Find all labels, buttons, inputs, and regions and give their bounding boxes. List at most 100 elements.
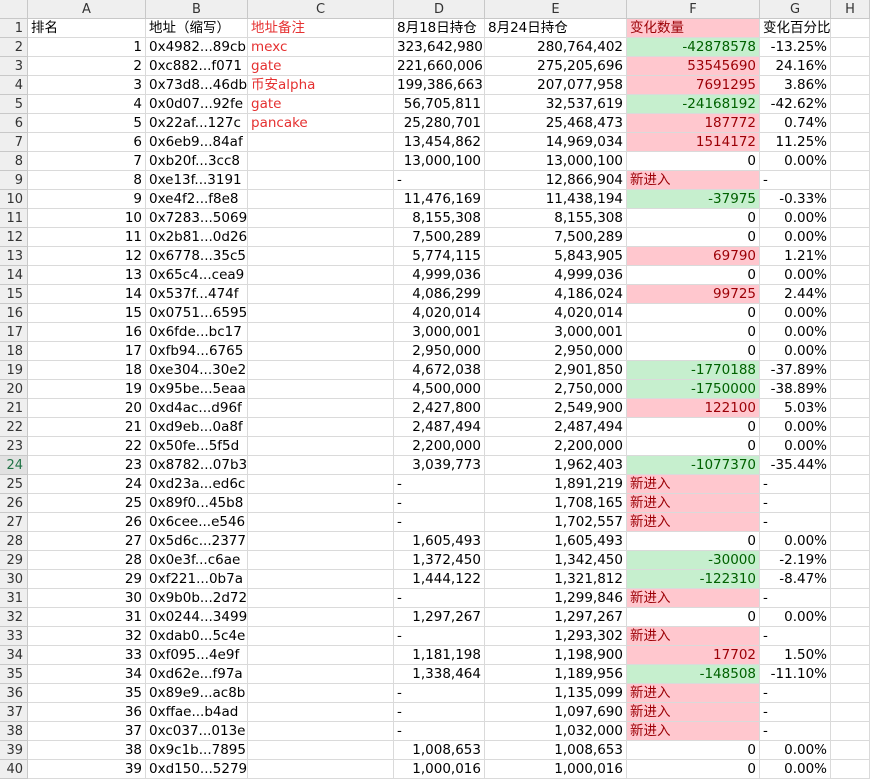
change-cell[interactable]: 0: [627, 437, 760, 456]
column-header-b[interactable]: B: [146, 0, 248, 19]
aug24-holding-cell[interactable]: 11,438,194: [485, 190, 627, 209]
change-cell[interactable]: 69790: [627, 247, 760, 266]
row-number[interactable]: 34: [0, 646, 28, 665]
change-cell[interactable]: 99725: [627, 285, 760, 304]
percent-cell[interactable]: 0.00%: [760, 760, 831, 779]
rank-cell[interactable]: 12: [28, 247, 146, 266]
empty-cell[interactable]: [831, 665, 870, 684]
change-cell[interactable]: 新进入: [627, 722, 760, 741]
rank-cell[interactable]: 33: [28, 646, 146, 665]
aug18-holding-cell[interactable]: 13,000,100: [394, 152, 485, 171]
note-cell[interactable]: [248, 608, 394, 627]
empty-cell[interactable]: [831, 76, 870, 95]
percent-cell[interactable]: -: [760, 589, 831, 608]
aug18-holding-cell[interactable]: 4,999,036: [394, 266, 485, 285]
aug24-holding-cell[interactable]: 1,293,302: [485, 627, 627, 646]
percent-cell[interactable]: 2.44%: [760, 285, 831, 304]
percent-cell[interactable]: 0.00%: [760, 342, 831, 361]
change-cell[interactable]: 新进入: [627, 171, 760, 190]
row-number[interactable]: 6: [0, 114, 28, 133]
address-cell[interactable]: 0xdab0...5c4e: [146, 627, 248, 646]
aug24-holding-cell[interactable]: 1,891,219: [485, 475, 627, 494]
note-cell[interactable]: [248, 247, 394, 266]
rank-cell[interactable]: 32: [28, 627, 146, 646]
column-header-c[interactable]: C: [248, 0, 394, 19]
row-number[interactable]: 28: [0, 532, 28, 551]
change-cell[interactable]: 0: [627, 266, 760, 285]
note-cell[interactable]: [248, 171, 394, 190]
aug18-holding-cell[interactable]: 1,000,016: [394, 760, 485, 779]
aug24-holding-cell[interactable]: 4,999,036: [485, 266, 627, 285]
percent-cell[interactable]: 0.00%: [760, 418, 831, 437]
header-rank[interactable]: 排名: [28, 19, 146, 38]
address-cell[interactable]: 0x8782...07b3: [146, 456, 248, 475]
percent-cell[interactable]: 0.00%: [760, 608, 831, 627]
aug18-holding-cell[interactable]: 7,500,289: [394, 228, 485, 247]
address-cell[interactable]: 0x2b81...0d26: [146, 228, 248, 247]
aug18-holding-cell[interactable]: 3,000,001: [394, 323, 485, 342]
address-cell[interactable]: 0x537f...474f: [146, 285, 248, 304]
empty-cell[interactable]: [831, 19, 870, 38]
empty-cell[interactable]: [831, 304, 870, 323]
percent-cell[interactable]: 0.00%: [760, 152, 831, 171]
rank-cell[interactable]: 21: [28, 418, 146, 437]
aug18-holding-cell[interactable]: -: [394, 703, 485, 722]
note-cell[interactable]: [248, 228, 394, 247]
aug18-holding-cell[interactable]: 2,487,494: [394, 418, 485, 437]
percent-cell[interactable]: 0.00%: [760, 741, 831, 760]
note-cell[interactable]: [248, 513, 394, 532]
note-cell[interactable]: [248, 380, 394, 399]
change-cell[interactable]: 新进入: [627, 703, 760, 722]
rank-cell[interactable]: 9: [28, 190, 146, 209]
header-percent[interactable]: 变化百分比: [760, 19, 831, 38]
address-cell[interactable]: 0xe304...30e2: [146, 361, 248, 380]
empty-cell[interactable]: [831, 570, 870, 589]
percent-cell[interactable]: -: [760, 171, 831, 190]
change-cell[interactable]: 新进入: [627, 513, 760, 532]
aug18-holding-cell[interactable]: 4,086,299: [394, 285, 485, 304]
empty-cell[interactable]: [831, 551, 870, 570]
note-cell[interactable]: gate: [248, 57, 394, 76]
row-number[interactable]: 33: [0, 627, 28, 646]
note-cell[interactable]: [248, 589, 394, 608]
address-cell[interactable]: 0x0244...3499: [146, 608, 248, 627]
rank-cell[interactable]: 6: [28, 133, 146, 152]
note-cell[interactable]: [248, 551, 394, 570]
rank-cell[interactable]: 2: [28, 57, 146, 76]
percent-cell[interactable]: 24.16%: [760, 57, 831, 76]
address-cell[interactable]: 0xf221...0b7a: [146, 570, 248, 589]
aug24-holding-cell[interactable]: 1,000,016: [485, 760, 627, 779]
row-number[interactable]: 23: [0, 437, 28, 456]
column-header-g[interactable]: G: [760, 0, 831, 19]
aug24-holding-cell[interactable]: 2,200,000: [485, 437, 627, 456]
percent-cell[interactable]: 1.21%: [760, 247, 831, 266]
note-cell[interactable]: [248, 741, 394, 760]
address-cell[interactable]: 0x0d07...92fe: [146, 95, 248, 114]
rank-cell[interactable]: 8: [28, 171, 146, 190]
empty-cell[interactable]: [831, 589, 870, 608]
aug24-holding-cell[interactable]: 25,468,473: [485, 114, 627, 133]
empty-cell[interactable]: [831, 646, 870, 665]
address-cell[interactable]: 0xe13f...3191: [146, 171, 248, 190]
aug18-holding-cell[interactable]: 1,008,653: [394, 741, 485, 760]
rank-cell[interactable]: 15: [28, 304, 146, 323]
percent-cell[interactable]: 0.74%: [760, 114, 831, 133]
rank-cell[interactable]: 17: [28, 342, 146, 361]
percent-cell[interactable]: 0.00%: [760, 209, 831, 228]
row-number[interactable]: 12: [0, 228, 28, 247]
rank-cell[interactable]: 28: [28, 551, 146, 570]
percent-cell[interactable]: -13.25%: [760, 38, 831, 57]
aug18-holding-cell[interactable]: 323,642,980: [394, 38, 485, 57]
aug24-holding-cell[interactable]: 275,205,696: [485, 57, 627, 76]
percent-cell[interactable]: 5.03%: [760, 399, 831, 418]
note-cell[interactable]: [248, 399, 394, 418]
empty-cell[interactable]: [831, 114, 870, 133]
address-cell[interactable]: 0x65c4...cea9: [146, 266, 248, 285]
aug18-holding-cell[interactable]: 1,181,198: [394, 646, 485, 665]
row-number[interactable]: 31: [0, 589, 28, 608]
rank-cell[interactable]: 11: [28, 228, 146, 247]
change-cell[interactable]: 0: [627, 532, 760, 551]
row-number[interactable]: 30: [0, 570, 28, 589]
empty-cell[interactable]: [831, 152, 870, 171]
percent-cell[interactable]: 0.00%: [760, 323, 831, 342]
